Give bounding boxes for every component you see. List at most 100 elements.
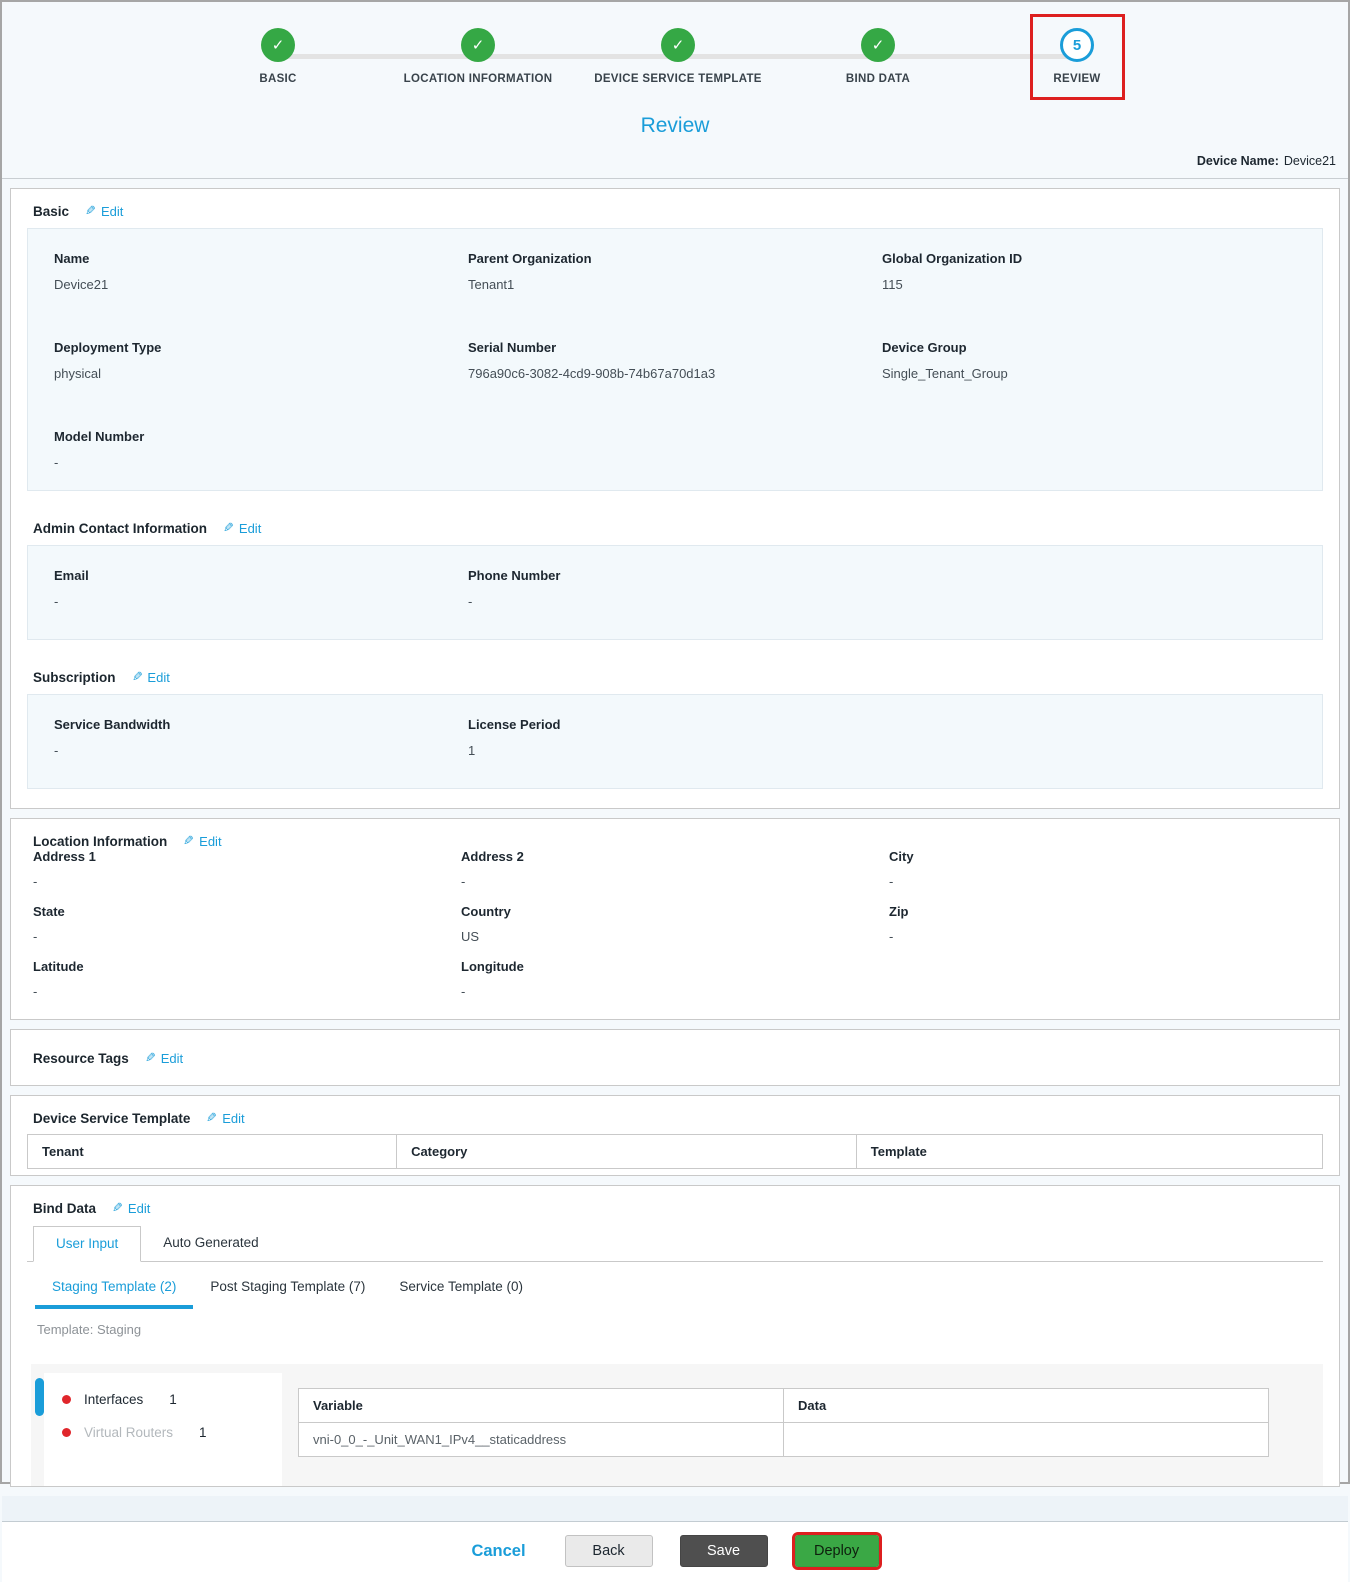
subtab-post-staging-template[interactable]: Post Staging Template (7) bbox=[193, 1269, 382, 1309]
subtab-staging-template[interactable]: Staging Template (2) bbox=[35, 1269, 194, 1309]
field-serial-number: Serial Number 796a90c6-3082-4cd9-908b-74… bbox=[468, 340, 882, 381]
field-label: Zip bbox=[889, 904, 909, 919]
field-name: Name Device21 bbox=[54, 251, 468, 292]
edit-icon: ✎ bbox=[112, 1200, 123, 1215]
check-icon: ✓ bbox=[661, 28, 695, 62]
list-item-count: 1 bbox=[199, 1425, 207, 1440]
field-address-2: Address 2 - bbox=[461, 849, 889, 893]
dst-table-header-row: Tenant Category Template bbox=[26, 1134, 1324, 1169]
field-label: Country bbox=[461, 904, 511, 919]
step-review[interactable]: 5 REVIEW bbox=[962, 28, 1192, 85]
basic-panel: Basic ✎ Edit Name Device21 Parent Organi… bbox=[10, 188, 1340, 809]
resource-tags-edit-button[interactable]: ✎ Edit bbox=[145, 1050, 183, 1066]
device-service-template-panel: Device Service Template ✎ Edit Tenant Ca… bbox=[10, 1095, 1340, 1176]
section-title: Subscription bbox=[33, 669, 116, 685]
back-button[interactable]: Back bbox=[564, 1535, 653, 1567]
field-label: Address 1 bbox=[33, 849, 96, 864]
admin-contact-fields-box: Email - Phone Number - bbox=[27, 545, 1323, 640]
data-cell bbox=[783, 1422, 1269, 1457]
dst-edit-button[interactable]: ✎ Edit bbox=[206, 1110, 244, 1126]
field-parent-organization: Parent Organization Tenant1 bbox=[468, 251, 882, 292]
step-basic[interactable]: ✓ BASIC bbox=[163, 28, 393, 85]
list-item-interfaces[interactable]: Interfaces 1 bbox=[44, 1383, 282, 1416]
variable-table: Variable Data vni-0_0_-_Unit_WAN1_IPv4__… bbox=[298, 1388, 1269, 1457]
step-label: BASIC bbox=[259, 73, 297, 85]
field-value: 115 bbox=[882, 277, 903, 292]
field-label: Latitude bbox=[33, 959, 84, 974]
edit-label: Edit bbox=[100, 203, 124, 219]
list-item-count: 1 bbox=[169, 1392, 177, 1407]
step-bind-data[interactable]: ✓ BIND DATA bbox=[763, 28, 993, 85]
location-panel: Location Information ✎ Edit Address 1 - … bbox=[10, 818, 1340, 1020]
bind-data-edit-button[interactable]: ✎ Edit bbox=[112, 1200, 150, 1216]
section-title: Resource Tags bbox=[33, 1050, 129, 1066]
save-button[interactable]: Save bbox=[679, 1535, 768, 1567]
basic-edit-button[interactable]: ✎ Edit bbox=[85, 203, 123, 219]
cancel-button[interactable]: Cancel bbox=[471, 1542, 525, 1561]
edit-label: Edit bbox=[199, 833, 222, 849]
field-value: physical bbox=[54, 366, 101, 381]
bind-data-panel: Bind Data ✎ Edit User Input Auto Generat… bbox=[10, 1185, 1340, 1487]
field-zip: Zip - bbox=[889, 904, 1317, 948]
bind-data-content: Interfaces 1 Virtual Routers 1 Variable … bbox=[31, 1364, 1323, 1486]
field-label: Address 2 bbox=[461, 849, 524, 864]
tab-user-input[interactable]: User Input bbox=[33, 1226, 142, 1262]
col-data: Data bbox=[783, 1388, 1269, 1423]
field-value: Single_Tenant_Group bbox=[882, 366, 1008, 381]
variable-table-wrap: Variable Data vni-0_0_-_Unit_WAN1_IPv4__… bbox=[298, 1388, 1269, 1486]
wizard-stepper: ✓ BASIC ✓ LOCATION INFORMATION ✓ DEVICE … bbox=[2, 14, 1348, 112]
template-staging-label: Template: Staging bbox=[37, 1322, 142, 1337]
edit-icon: ✎ bbox=[131, 669, 143, 684]
field-value: Device21 bbox=[54, 277, 109, 292]
red-dot-icon bbox=[62, 1395, 71, 1404]
step-label: DEVICE SERVICE TEMPLATE bbox=[594, 73, 762, 85]
field-license-period: License Period 1 bbox=[468, 717, 882, 758]
edit-icon: ✎ bbox=[206, 1110, 218, 1125]
field-email: Email - bbox=[54, 568, 468, 609]
subtab-service-template[interactable]: Service Template (0) bbox=[382, 1269, 540, 1309]
check-icon: ✓ bbox=[461, 28, 495, 62]
bind-data-subtab-bar: Staging Template (2) Post Staging Templa… bbox=[27, 1269, 1323, 1309]
list-item-virtual-routers[interactable]: Virtual Routers 1 bbox=[44, 1416, 282, 1449]
variable-cell: vni-0_0_-_Unit_WAN1_IPv4__staticaddress bbox=[298, 1422, 784, 1457]
edit-label: Edit bbox=[127, 1200, 151, 1216]
step-device-service-template[interactable]: ✓ DEVICE SERVICE TEMPLATE bbox=[563, 28, 793, 85]
edit-label: Edit bbox=[160, 1050, 184, 1066]
field-state: State - bbox=[33, 904, 461, 948]
field-label: Device Group bbox=[882, 340, 967, 355]
location-fields-grid: Address 1 - Address 2 - City - State - C… bbox=[23, 849, 1327, 1003]
field-global-organization-id: Global Organization ID 115 bbox=[882, 251, 1296, 292]
step-location-information[interactable]: ✓ LOCATION INFORMATION bbox=[363, 28, 593, 85]
dst-col-category: Category bbox=[396, 1134, 857, 1169]
basic-section-header: Basic ✎ Edit bbox=[11, 189, 1339, 228]
bind-data-section-header: Bind Data ✎ Edit bbox=[27, 1186, 1323, 1226]
bind-data-category-list: Interfaces 1 Virtual Routers 1 bbox=[44, 1373, 282, 1486]
dst-col-tenant: Tenant bbox=[26, 1134, 398, 1169]
subscription-section-header: Subscription ✎ Edit bbox=[11, 655, 1339, 694]
list-item-label: Virtual Routers bbox=[84, 1425, 174, 1440]
field-value: 796a90c6-3082-4cd9-908b-74b67a70d1a3 bbox=[468, 366, 716, 381]
field-value: - bbox=[33, 929, 38, 944]
page-title: Review bbox=[640, 114, 710, 137]
list-scroll-indicator[interactable] bbox=[35, 1378, 44, 1416]
review-content: Basic ✎ Edit Name Device21 Parent Organi… bbox=[2, 188, 1348, 1487]
field-label: Global Organization ID bbox=[882, 251, 1023, 266]
deploy-button[interactable]: Deploy bbox=[791, 1532, 882, 1570]
location-section-header: Location Information ✎ Edit bbox=[23, 831, 1327, 849]
field-label: Longitude bbox=[461, 959, 524, 974]
admin-contact-edit-button[interactable]: ✎ Edit bbox=[223, 520, 261, 536]
field-device-group: Device Group Single_Tenant_Group bbox=[882, 340, 1296, 381]
edit-icon: ✎ bbox=[223, 520, 234, 535]
step-label: BIND DATA bbox=[845, 73, 911, 85]
field-country: Country US bbox=[461, 904, 889, 948]
field-longitude: Longitude - bbox=[461, 959, 889, 1003]
subscription-edit-button[interactable]: ✎ Edit bbox=[132, 669, 170, 685]
field-value: Tenant1 bbox=[468, 277, 515, 292]
dst-section-header: Device Service Template ✎ Edit bbox=[27, 1096, 1323, 1134]
edit-icon: ✎ bbox=[85, 203, 96, 218]
field-value: - bbox=[468, 594, 473, 609]
check-icon: ✓ bbox=[861, 28, 895, 62]
location-edit-button[interactable]: ✎ Edit bbox=[183, 833, 221, 849]
field-label: Parent Organization bbox=[468, 251, 592, 266]
tab-auto-generated[interactable]: Auto Generated bbox=[141, 1226, 280, 1261]
